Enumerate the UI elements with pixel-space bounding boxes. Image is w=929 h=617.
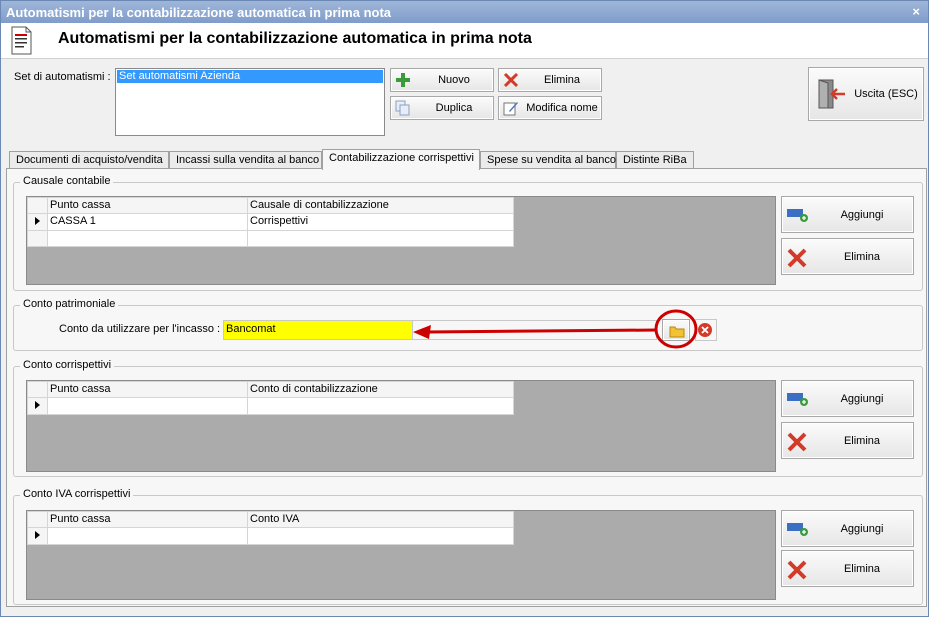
delete-icon xyxy=(787,248,807,268)
modifica-nome-label: Modifica nome xyxy=(526,102,598,114)
conto-iva-group: Conto IVA corrispettivi Punto cassa Cont… xyxy=(13,488,923,605)
table-cell[interactable] xyxy=(247,397,514,415)
list-item[interactable]: Set automatismi Azienda xyxy=(117,70,383,83)
tab-distinte[interactable]: Distinte RiBa xyxy=(616,151,694,169)
column-header: Punto cassa xyxy=(47,511,248,528)
window-title: Automatismi per la contabilizzazione aut… xyxy=(6,5,392,20)
table-row[interactable] xyxy=(27,230,514,247)
annotation-overlay xyxy=(413,309,698,349)
column-header: Punto cassa xyxy=(47,197,248,214)
delete-icon xyxy=(787,560,807,580)
main-window: Automatismi per la contabilizzazione aut… xyxy=(0,0,929,617)
set-label: Set di automatismi : xyxy=(14,71,111,83)
elimina-set-button[interactable]: Elimina xyxy=(498,68,602,92)
elimina-corrispettivi-button[interactable]: Elimina xyxy=(781,422,914,459)
exit-door-icon xyxy=(818,79,845,109)
tab-panel: Causale contabile Punto cassa Causale di… xyxy=(6,168,927,607)
conto-label: Conto da utilizzare per l'incasso : xyxy=(59,323,221,335)
modifica-nome-button[interactable]: Modifica nome xyxy=(498,96,602,120)
add-row-icon xyxy=(787,393,808,406)
elimina-label: Elimina xyxy=(543,74,581,86)
table-row[interactable] xyxy=(27,527,514,545)
column-header: Conto di contabilizzazione xyxy=(247,381,514,398)
add-row-icon xyxy=(787,209,808,222)
elimina-causale-button[interactable]: Elimina xyxy=(781,238,914,275)
elimina-label: Elimina xyxy=(843,563,881,575)
aggiungi-iva-button[interactable]: Aggiungi xyxy=(781,510,914,547)
row-header xyxy=(27,230,48,247)
row-header xyxy=(27,511,48,528)
copy-icon xyxy=(395,100,410,116)
corrispettivi-grid[interactable]: Punto cassa Conto di contabilizzazione xyxy=(26,380,776,472)
edit-icon xyxy=(503,102,518,116)
aggiungi-causale-button[interactable]: Aggiungi xyxy=(781,196,914,233)
table-cell[interactable]: Corrispettivi xyxy=(247,213,514,231)
table-cell[interactable] xyxy=(47,397,248,415)
group-title: Conto patrimoniale xyxy=(20,298,119,310)
delete-icon xyxy=(503,72,519,88)
nuovo-label: Nuovo xyxy=(438,74,470,86)
row-arrow-icon xyxy=(27,527,48,545)
table-cell[interactable] xyxy=(247,527,514,545)
uscita-button[interactable]: Uscita (ESC) xyxy=(808,67,924,121)
header: Automatismi per la contabilizzazione aut… xyxy=(1,23,928,59)
tab-contabilizzazione[interactable]: Contabilizzazione corrispettivi xyxy=(322,149,480,170)
tab-spese[interactable]: Spese su vendita al banco xyxy=(480,151,616,169)
aggiungi-corrispettivi-button[interactable]: Aggiungi xyxy=(781,380,914,417)
elimina-iva-button[interactable]: Elimina xyxy=(781,550,914,587)
table-cell[interactable] xyxy=(47,527,248,545)
causale-group: Causale contabile Punto cassa Causale di… xyxy=(13,175,923,291)
uscita-label: Uscita (ESC) xyxy=(854,88,918,100)
table-cell[interactable]: CASSA 1 xyxy=(47,213,248,231)
group-title: Causale contabile xyxy=(20,175,114,187)
plus-icon xyxy=(396,73,410,87)
aggiungi-label: Aggiungi xyxy=(840,209,884,221)
table-cell[interactable] xyxy=(247,230,514,247)
causale-grid[interactable]: Punto cassa Causale di contabilizzazione… xyxy=(26,196,776,285)
tab-incassi[interactable]: Incassi sulla vendita al banco xyxy=(169,151,322,169)
group-title: Conto corrispettivi xyxy=(20,359,115,371)
conto-input[interactable]: Bancomat xyxy=(223,320,413,340)
duplica-button[interactable]: Duplica xyxy=(390,96,494,120)
aggiungi-label: Aggiungi xyxy=(840,393,884,405)
column-header: Punto cassa xyxy=(47,381,248,398)
close-icon[interactable]: × xyxy=(912,4,920,19)
tab-documenti[interactable]: Documenti di acquisto/vendita xyxy=(9,151,169,169)
row-arrow-icon xyxy=(27,397,48,415)
delete-icon xyxy=(787,432,807,452)
aggiungi-label: Aggiungi xyxy=(840,523,884,535)
column-header: Conto IVA xyxy=(247,511,514,528)
conto-corrispettivi-group: Conto corrispettivi Punto cassa Conto di… xyxy=(13,359,923,477)
page-title: Automatismi per la contabilizzazione aut… xyxy=(58,30,532,47)
set-listbox[interactable]: Set automatismi Azienda xyxy=(115,68,385,136)
nuovo-button[interactable]: Nuovo xyxy=(390,68,494,92)
row-header xyxy=(27,197,48,214)
iva-grid[interactable]: Punto cassa Conto IVA xyxy=(26,510,776,600)
elimina-label: Elimina xyxy=(843,435,881,447)
column-header: Causale di contabilizzazione xyxy=(247,197,514,214)
title-bar: Automatismi per la contabilizzazione aut… xyxy=(1,1,928,23)
table-cell[interactable] xyxy=(47,230,248,247)
row-header xyxy=(27,381,48,398)
add-row-icon xyxy=(787,523,808,536)
duplica-label: Duplica xyxy=(435,102,473,114)
table-row[interactable]: CASSA 1 Corrispettivi xyxy=(27,213,514,231)
group-title: Conto IVA corrispettivi xyxy=(20,488,134,500)
row-arrow-icon xyxy=(27,213,48,231)
document-icon xyxy=(11,26,32,55)
elimina-label: Elimina xyxy=(843,251,881,263)
table-row[interactable] xyxy=(27,397,514,415)
